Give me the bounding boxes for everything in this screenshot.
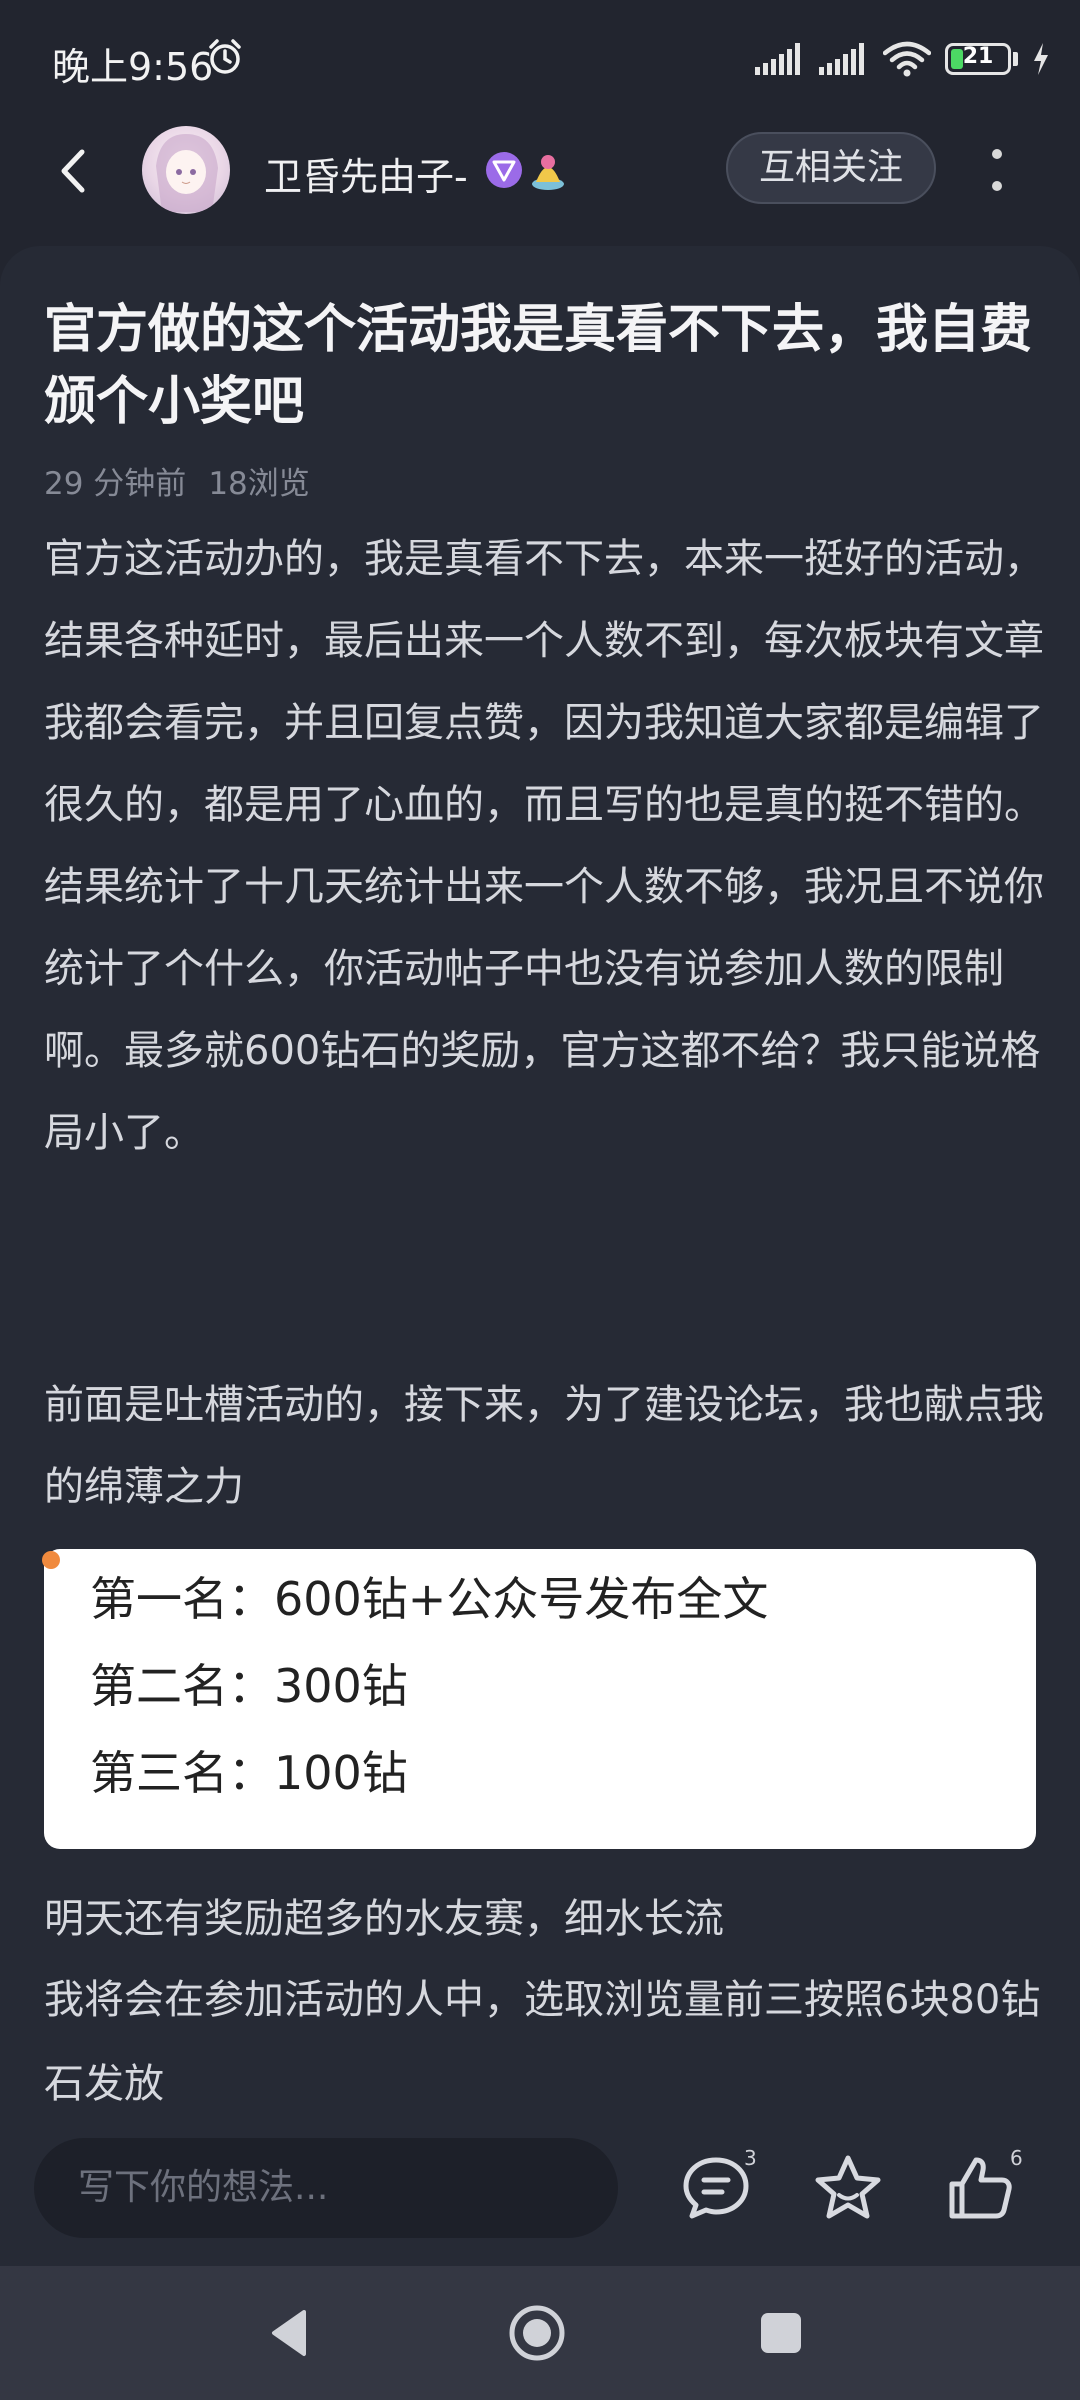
level-badge-icon (486, 152, 522, 188)
post-views: 18浏览 (208, 466, 310, 502)
post-paragraph-1: 官方这活动办的，我是真看不下去，本来一挺好的活动，结果各种延时，最后出来一个人数… (44, 536, 1044, 1156)
back-arrow-icon[interactable] (50, 146, 100, 196)
prize-list-card: 第一名：600钻+公众号发布全文 第二名：300钻 第三名：100钻 (42, 1549, 1036, 1849)
prize-first: 第一名：600钻+公众号发布全文 (90, 1572, 769, 1626)
favorite-star-icon[interactable] (808, 2148, 888, 2228)
nav-back-icon[interactable] (258, 2300, 324, 2366)
signal-icon (819, 43, 864, 75)
medal-badge-icon (532, 155, 564, 190)
post-paragraph-4: 我将会在参加活动的人中，选取浏览量前三按照6块80钻石发放 (44, 1977, 1041, 2107)
follow-button[interactable]: 互相关注 (726, 132, 936, 204)
system-nav-bar (0, 2266, 1080, 2400)
post-time: 29 分钟前 (44, 466, 187, 502)
avatar[interactable] (142, 126, 230, 214)
prize-second: 第二名：300钻 (90, 1659, 408, 1713)
comment-bar: 写下你的想法... 3 6 (0, 2116, 1080, 2266)
post-title: 官方做的这个活动我是真看不下去，我自费颁个小奖吧 (44, 300, 1033, 432)
accent-dot (42, 1551, 60, 1569)
like-count: 6 (1010, 2146, 1023, 2170)
status-bar: 晚上9:56 21 (0, 0, 1080, 120)
signal-icon (755, 43, 800, 75)
username[interactable]: 卫昏先由子- (264, 146, 468, 201)
wifi-icon (883, 41, 931, 77)
post-content: 官方做的这个活动我是真看不下去，我自费颁个小奖吧 29 分钟前 18浏览 官方这活… (0, 246, 1080, 2116)
nav-recents-icon[interactable] (748, 2300, 814, 2366)
prize-third: 第三名：100钻 (90, 1746, 408, 1800)
comment-count: 3 (744, 2146, 757, 2170)
status-icons: 21 (755, 36, 1050, 82)
charging-icon (1034, 43, 1048, 75)
post-detail-screen: 晚上9:56 21 卫昏先由子- 互相关注 官方做的这个活动我是真看不下去，我自… (0, 0, 1080, 2400)
nav-home-icon[interactable] (504, 2300, 570, 2366)
comment-input[interactable]: 写下你的想法... (34, 2138, 618, 2238)
battery-icon: 21 (945, 43, 1011, 75)
post-paragraph-2: 前面是吐槽活动的，接下来，为了建设论坛，我也献点我的绵薄之力 (44, 1382, 1044, 1510)
like-thumb-icon[interactable] (940, 2148, 1020, 2228)
battery-level: 21 (962, 44, 994, 69)
status-time: 晚上9:56 (52, 45, 214, 89)
more-vertical-icon[interactable] (984, 144, 1010, 196)
alarm-icon (209, 39, 241, 74)
post-meta: 29 分钟前 18浏览 (44, 458, 310, 503)
post-header: 卫昏先由子- 互相关注 (0, 120, 1080, 220)
post-paragraph-3: 明天还有奖励超多的水友赛，细水长流 (44, 1896, 724, 1942)
battery-cap (1013, 52, 1018, 66)
